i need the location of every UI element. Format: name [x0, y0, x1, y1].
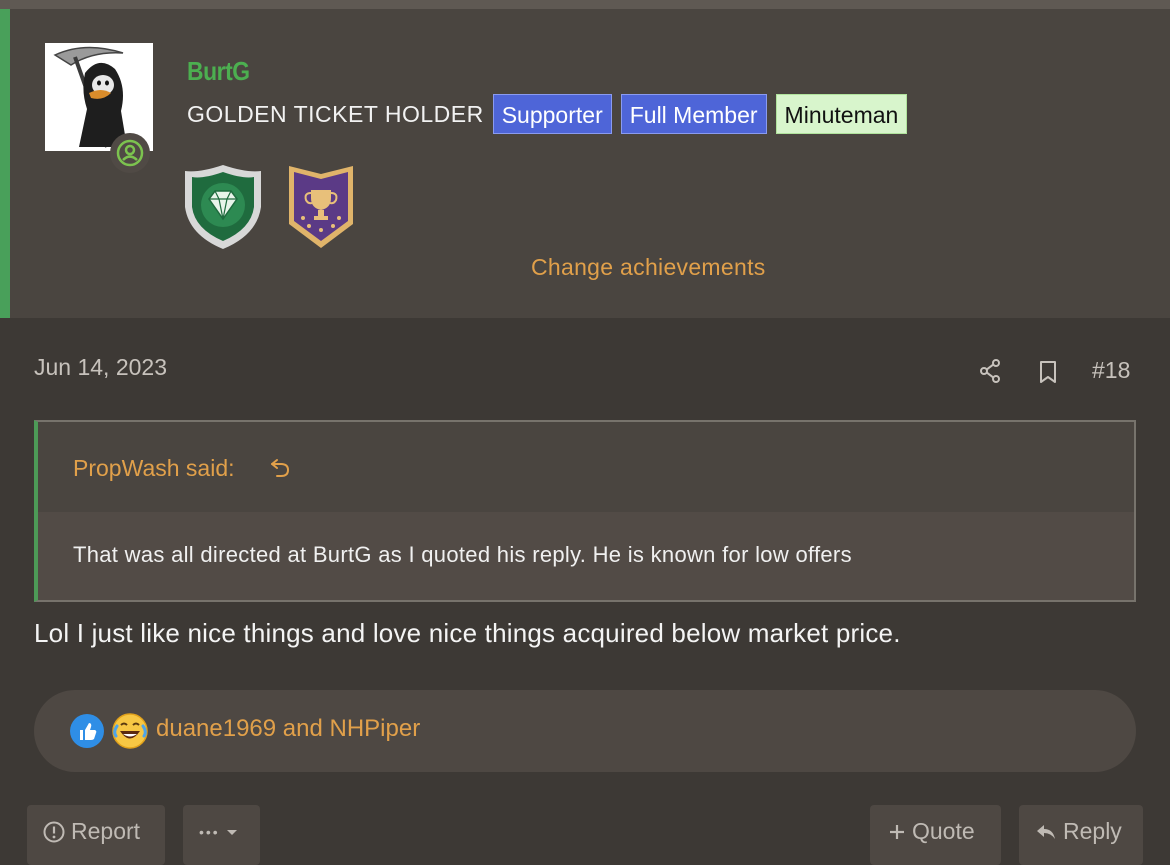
quote-button[interactable]: Quote [870, 805, 1001, 865]
username-link[interactable]: BurtG [187, 56, 250, 87]
quote-header: PropWash said: [38, 422, 1134, 512]
post-date[interactable]: Jun 14, 2023 [34, 354, 167, 381]
reply-button[interactable]: Reply [1019, 805, 1143, 865]
post-body-text: Lol I just like nice things and love nic… [34, 618, 901, 648]
online-status-badge [110, 133, 150, 173]
reply-arrow-icon [1035, 818, 1057, 846]
reactions-bar[interactable]: duane1969 and NHPiper [34, 690, 1136, 772]
diamond-shield-icon[interactable] [181, 163, 265, 251]
user-online-icon [116, 139, 144, 167]
user-header: BurtG GOLDEN TICKET HOLDER Supporter Ful… [0, 9, 1170, 318]
trophy-shield-icon[interactable] [287, 162, 355, 250]
user-accent-bar [0, 9, 10, 318]
quote-body: That was all directed at BurtG as I quot… [38, 512, 1134, 600]
chevron-down-icon [226, 818, 238, 846]
more-options-label: ••• [199, 824, 220, 840]
reactions-users-link[interactable]: duane1969 and NHPiper [156, 715, 420, 743]
post-number-link[interactable]: #18 [1092, 357, 1130, 384]
user-title-row: GOLDEN TICKET HOLDER Supporter Full Memb… [187, 93, 916, 135]
top-border [0, 0, 1170, 9]
more-options-button[interactable]: ••• [183, 805, 260, 865]
report-label: Report [71, 818, 141, 844]
share-icon[interactable] [978, 358, 1002, 384]
supporter-banner: Supporter [492, 94, 612, 134]
quote-text: That was all directed at BurtG as I quot… [73, 542, 852, 567]
warning-icon [43, 818, 65, 846]
bookmark-icon[interactable] [1038, 360, 1058, 384]
report-button[interactable]: Report [27, 805, 165, 865]
quote-label: Quote [912, 818, 975, 844]
minuteman-banner: Minuteman [775, 94, 908, 134]
quote-block: PropWash said: That was all directed at … [34, 420, 1136, 602]
quote-author-link[interactable]: PropWash said: [73, 455, 235, 482]
full-member-banner: Full Member [620, 94, 767, 134]
laugh-icon[interactable] [111, 712, 149, 750]
go-to-quote-icon[interactable] [269, 456, 291, 478]
change-achievements-link[interactable]: Change achievements [531, 254, 766, 281]
like-icon[interactable] [69, 713, 105, 749]
reply-label: Reply [1063, 818, 1122, 844]
plus-icon [888, 818, 906, 846]
user-title: GOLDEN TICKET HOLDER [187, 100, 484, 127]
